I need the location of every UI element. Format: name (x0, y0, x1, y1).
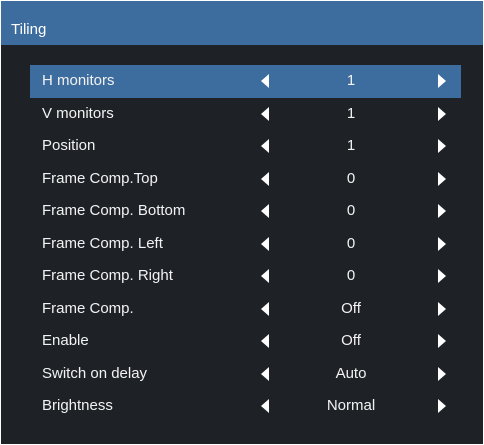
triangle-right-icon[interactable] (438, 171, 446, 186)
triangle-left-icon[interactable] (261, 334, 269, 348)
triangle-left-icon[interactable] (261, 236, 269, 251)
menu-row-frame-comp-right[interactable]: Frame Comp. Right 0 (30, 260, 461, 293)
triangle-right-icon[interactable] (438, 334, 446, 348)
menu-row-label: Frame Comp. Bottom (42, 202, 186, 219)
menu-row-enable[interactable]: Enable Off (30, 325, 461, 358)
triangle-right-icon[interactable] (438, 236, 446, 251)
menu-row-label: Frame Comp. (42, 299, 134, 317)
triangle-right-icon[interactable] (438, 399, 446, 413)
triangle-right-icon[interactable] (438, 269, 446, 283)
menu-row-value: Normal (326, 397, 376, 414)
menu-row-h-monitors[interactable]: H monitors 1 (30, 65, 461, 98)
menu-row-label: Enable (42, 332, 89, 349)
triangle-right-icon[interactable] (438, 106, 446, 121)
panel-title: Tiling (11, 21, 47, 38)
menu-row-value: 0 (346, 169, 356, 187)
triangle-left-icon[interactable] (261, 171, 269, 186)
triangle-right-icon[interactable] (438, 74, 446, 88)
menu-row-v-monitors[interactable]: V monitors 1 (30, 98, 461, 131)
menu-row-label: Frame Comp. Left (42, 234, 163, 252)
triangle-right-icon[interactable] (438, 139, 446, 153)
menu-row-frame-comp-bottom[interactable]: Frame Comp. Bottom 0 (30, 195, 461, 228)
menu-row-brightness[interactable]: Brightness Normal (30, 390, 461, 423)
menu-row-frame-comp-top[interactable]: Frame Comp.Top 0 (30, 163, 461, 196)
settings-menu: H monitors 1 V monitors 1 Position 1 Fra… (30, 65, 461, 423)
menu-row-label: Frame Comp. Right (42, 267, 173, 284)
triangle-left-icon[interactable] (261, 269, 269, 283)
osd-panel: Tiling H monitors 1 V monitors 1 Positio… (1, 1, 483, 444)
menu-row-position[interactable]: Position 1 (30, 130, 461, 163)
menu-row-label: H monitors (42, 72, 115, 89)
triangle-left-icon[interactable] (261, 74, 269, 88)
menu-row-value: 1 (346, 137, 356, 154)
menu-row-label: Brightness (42, 397, 113, 414)
menu-row-value: Auto (335, 364, 367, 382)
menu-row-value: 0 (346, 267, 356, 284)
menu-row-value: 0 (346, 202, 356, 219)
menu-row-label: Frame Comp.Top (42, 169, 158, 187)
triangle-left-icon[interactable] (261, 301, 269, 316)
triangle-right-icon[interactable] (438, 366, 446, 381)
menu-row-frame-comp[interactable]: Frame Comp. Off (30, 293, 461, 326)
triangle-left-icon[interactable] (261, 399, 269, 413)
menu-row-value: Off (341, 299, 361, 317)
menu-row-value: 1 (346, 104, 356, 122)
triangle-right-icon[interactable] (438, 204, 446, 218)
menu-row-value: Off (341, 332, 361, 349)
title-bar: Tiling (1, 1, 483, 45)
menu-row-frame-comp-left[interactable]: Frame Comp. Left 0 (30, 228, 461, 261)
menu-row-label: Position (42, 137, 96, 154)
menu-row-switch-on-delay[interactable]: Switch on delay Auto (30, 358, 461, 391)
menu-row-value: 0 (346, 234, 356, 252)
menu-row-label: V monitors (42, 104, 114, 122)
triangle-left-icon[interactable] (261, 106, 269, 121)
triangle-left-icon[interactable] (261, 139, 269, 153)
menu-row-value: 1 (346, 72, 356, 89)
menu-row-label: Switch on delay (42, 364, 148, 382)
triangle-left-icon[interactable] (261, 366, 269, 381)
triangle-right-icon[interactable] (438, 301, 446, 316)
triangle-left-icon[interactable] (261, 204, 269, 218)
